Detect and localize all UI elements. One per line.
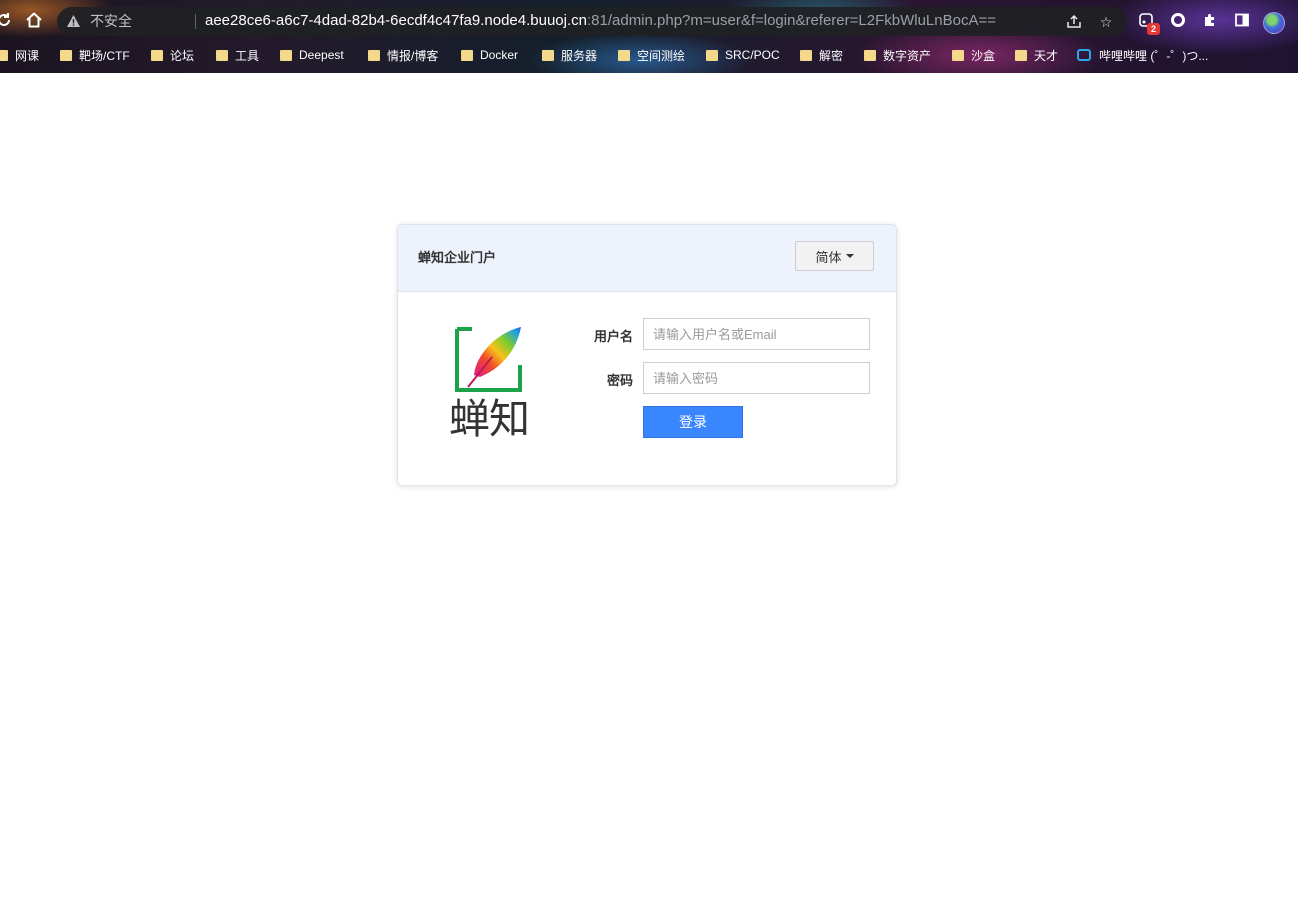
- folder-icon: [368, 49, 380, 61]
- bookmark-label: 解密: [819, 48, 844, 63]
- home-icon[interactable]: [24, 10, 44, 30]
- bookmark-label: 服务器: [561, 48, 598, 63]
- login-card-header: 蝉知企业门户 简体: [398, 225, 896, 292]
- profile-avatar[interactable]: [1263, 12, 1285, 34]
- bilibili-icon: [1077, 49, 1091, 61]
- share-icon[interactable]: [1065, 13, 1083, 31]
- reload-icon[interactable]: [0, 10, 14, 30]
- folder-icon: [0, 49, 8, 61]
- bookmark-item[interactable]: 论坛: [151, 46, 194, 64]
- folder-icon: [800, 49, 812, 61]
- bookmark-label: 工具: [235, 48, 260, 63]
- bookmark-item[interactable]: 情报/博客: [368, 46, 438, 64]
- address-bar[interactable]: 不安全 aee28ce6-a6c7-4dad-82b4-6ecdf4c47fa9…: [57, 7, 1127, 36]
- folder-icon: [864, 49, 876, 61]
- bookmark-item[interactable]: 数字资产: [864, 46, 931, 64]
- login-button[interactable]: 登录: [643, 406, 743, 438]
- bookmark-item[interactable]: 哔哩哔哩 (゜-゜)つ...: [1077, 46, 1208, 64]
- folder-icon: [151, 49, 163, 61]
- browser-chrome: 不安全 aee28ce6-a6c7-4dad-82b4-6ecdf4c47fa9…: [0, 0, 1298, 73]
- folder-icon: [216, 49, 228, 61]
- bookmark-item[interactable]: Docker: [461, 46, 518, 64]
- bookmark-label: 情报/博客: [387, 48, 439, 63]
- bookmark-label: SRC/POC: [725, 48, 780, 62]
- bookmark-label: 沙盒: [971, 48, 996, 63]
- extensions-puzzle-icon[interactable]: [1200, 10, 1220, 30]
- bookmark-label: 论坛: [170, 48, 195, 63]
- bookmark-item[interactable]: Deepest: [280, 46, 344, 64]
- bookmark-item[interactable]: 解密: [800, 46, 843, 64]
- bookmark-label: 哔哩哔哩 (゜-゜)つ...: [1099, 48, 1209, 63]
- extension-circle-icon[interactable]: [1168, 10, 1188, 30]
- bookmark-label: 靶场/CTF: [79, 48, 130, 63]
- language-label: 简体: [815, 249, 842, 265]
- bookmark-item[interactable]: 沙盒: [952, 46, 995, 64]
- language-dropdown-button[interactable]: 简体: [795, 241, 874, 271]
- username-label: 用户名: [593, 329, 633, 344]
- bookmark-item[interactable]: 空间测绘: [618, 46, 685, 64]
- url-text[interactable]: aee28ce6-a6c7-4dad-82b4-6ecdf4c47fa9.nod…: [205, 12, 996, 30]
- bookmark-item[interactable]: 天才: [1015, 46, 1058, 64]
- login-card: 蝉知企业门户 简体 蝉知 用户名 密码: [397, 224, 897, 486]
- logo-wordmark: 蝉知: [449, 396, 530, 442]
- feather-logo-icon: [455, 327, 522, 392]
- security-status-label[interactable]: 不安全: [90, 13, 132, 30]
- bookmark-label: Docker: [480, 48, 519, 62]
- site-title: 蝉知企业门户: [418, 250, 497, 265]
- password-input[interactable]: [643, 362, 870, 394]
- url-path: :81/admin.php?m=user&f=login&referer=L2F…: [586, 12, 996, 29]
- folder-icon: [280, 49, 292, 61]
- site-logo: 蝉知: [444, 323, 534, 443]
- bookmarks-bar: 网课 靶场/CTF 论坛 工具 Deepest 情报/博客 Docker 服务器 空间测绘 SRC…: [0, 42, 1298, 68]
- folder-icon: [618, 49, 630, 61]
- extension-badge: 2: [1147, 23, 1160, 35]
- url-separator: [195, 14, 196, 29]
- bookmark-label: 数字资产: [883, 48, 932, 63]
- folder-icon: [706, 49, 718, 61]
- bookmark-item[interactable]: 网课: [0, 46, 39, 64]
- bookmark-label: 网课: [15, 48, 40, 63]
- not-secure-warning-icon[interactable]: [66, 14, 81, 28]
- password-label: 密码: [606, 373, 633, 388]
- url-host: aee28ce6-a6c7-4dad-82b4-6ecdf4c47fa9.nod…: [205, 12, 587, 29]
- bookmark-item[interactable]: 靶场/CTF: [60, 46, 130, 64]
- folder-icon: [542, 49, 554, 61]
- folder-icon: [461, 49, 473, 61]
- bookmark-label: Deepest: [299, 48, 344, 62]
- bookmark-label: 空间测绘: [637, 48, 686, 63]
- bookmark-item[interactable]: 服务器: [542, 46, 597, 64]
- bookmark-label: 天才: [1034, 48, 1059, 63]
- folder-icon: [1015, 49, 1027, 61]
- bookmark-star-icon[interactable]: ☆: [1097, 13, 1115, 31]
- browser-toolbar: 不安全 aee28ce6-a6c7-4dad-82b4-6ecdf4c47fa9…: [0, 0, 1298, 40]
- side-panel-icon[interactable]: [1232, 10, 1252, 30]
- bookmark-item[interactable]: SRC/POC: [706, 46, 780, 64]
- username-input[interactable]: [643, 318, 870, 350]
- caret-down-icon: [845, 254, 854, 258]
- bookmark-item[interactable]: 工具: [216, 46, 259, 64]
- folder-icon: [952, 49, 964, 61]
- folder-icon: [60, 49, 72, 61]
